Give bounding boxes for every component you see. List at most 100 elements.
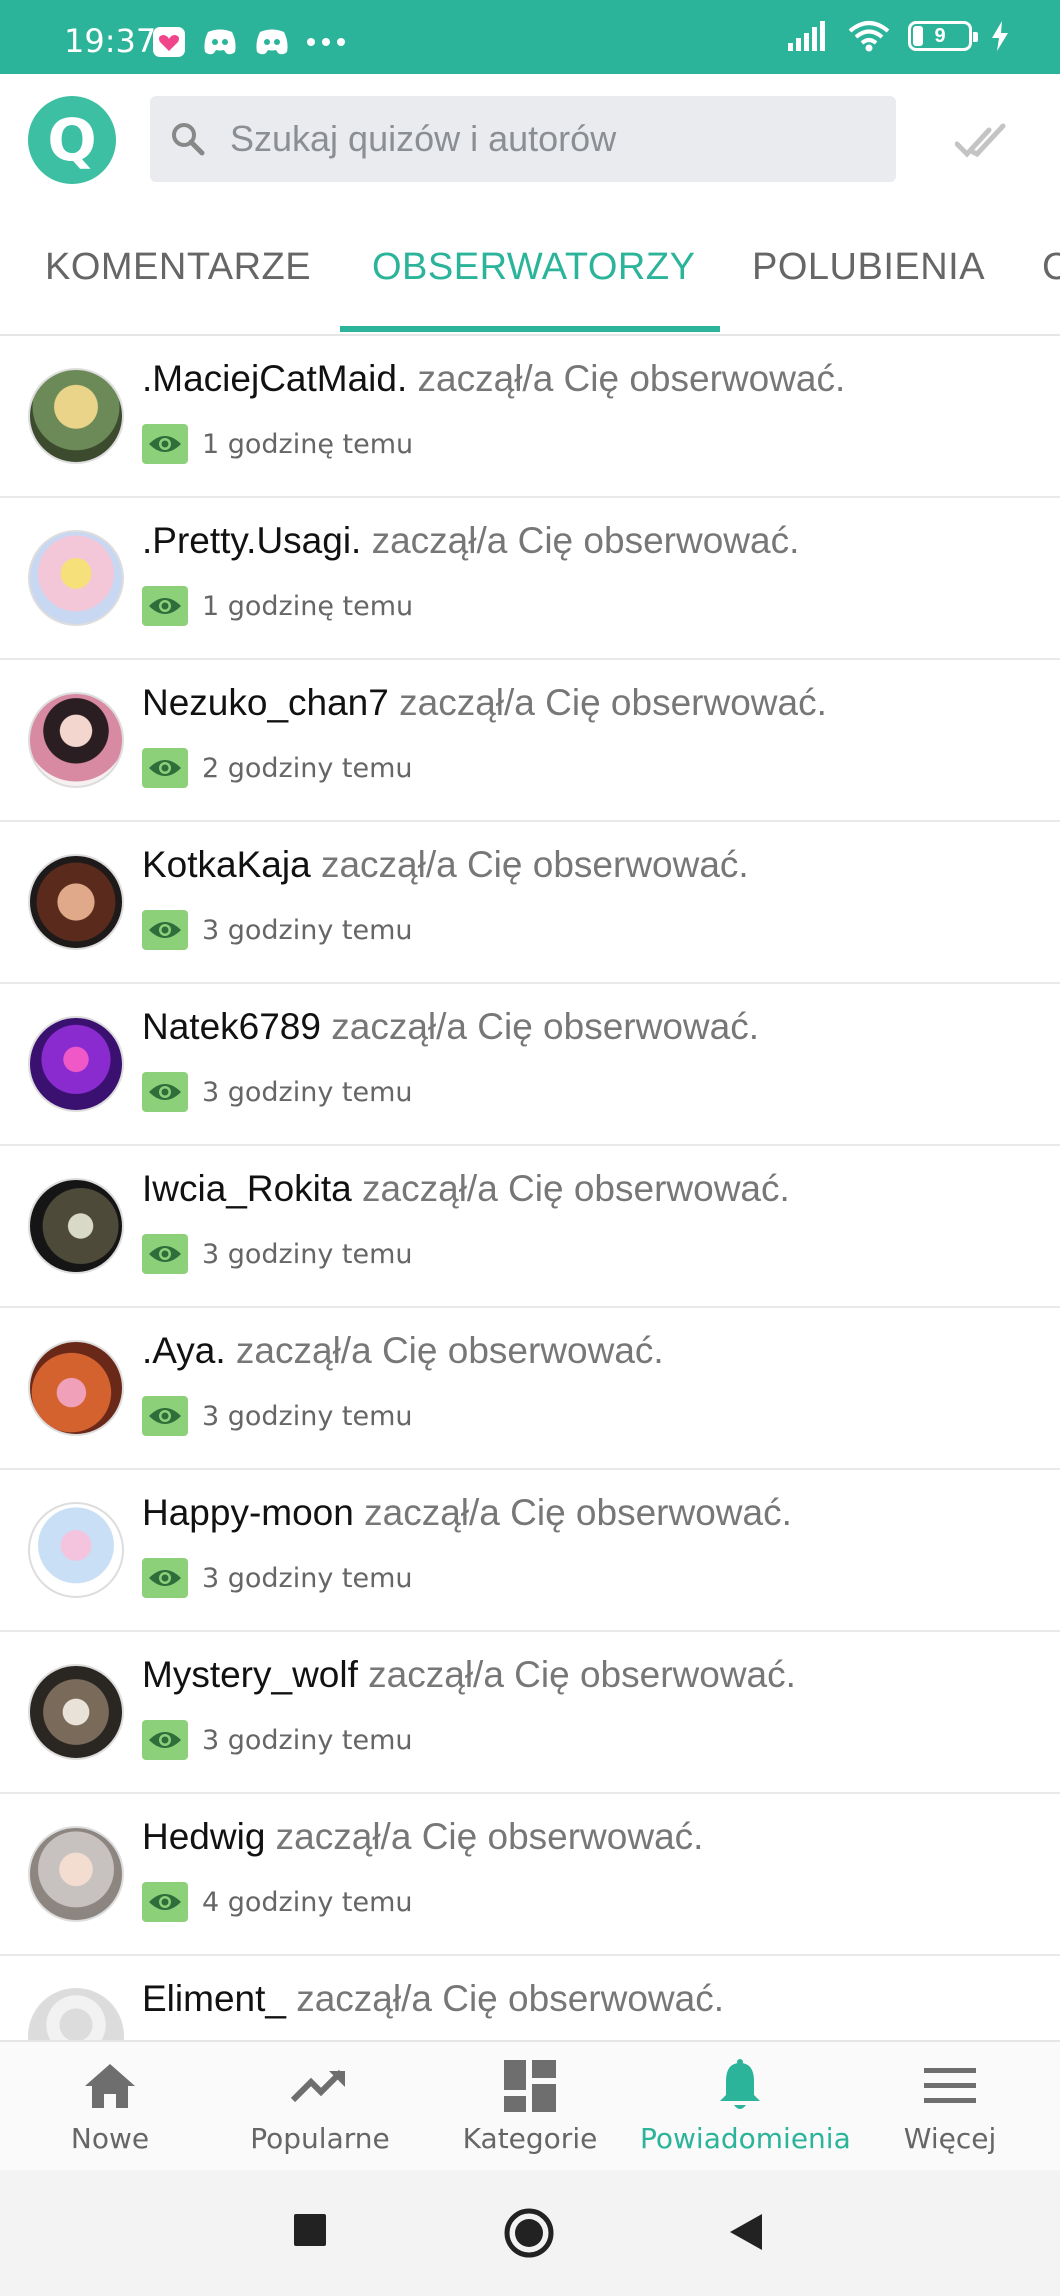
username[interactable]: Eliment_: [142, 1978, 286, 2019]
wifi-icon: [848, 21, 890, 52]
nav-wiecej[interactable]: Więcej: [850, 2056, 1050, 2155]
notification-text: Natek6789 zaczął/a Cię obserwować.: [142, 1006, 759, 1048]
username[interactable]: Natek6789: [142, 1006, 321, 1047]
notification-text: .MaciejCatMaid. zaczął/a Cię obserwować.: [142, 358, 845, 400]
notification-meta: 3 godziny temu: [142, 1072, 413, 1112]
avatar[interactable]: [28, 530, 124, 626]
action-text: zaczął/a Cię obserwować.: [285, 1978, 724, 2019]
username[interactable]: Iwcia_Rokita: [142, 1168, 352, 1209]
notification-text: Mystery_wolf zaczął/a Cię obserwować.: [142, 1654, 796, 1696]
nav-kategorie[interactable]: Kategorie: [430, 2056, 630, 2155]
notification-meta: 4 godziny temu: [142, 1882, 413, 1922]
menu-icon: [924, 2068, 976, 2103]
list-item[interactable]: Mystery_wolf zaczął/a Cię obserwować. 3 …: [0, 1632, 1060, 1794]
nav-label: Powiadomienia: [640, 2122, 851, 2155]
action-text: zaczął/a Cię obserwować.: [353, 1492, 792, 1533]
timestamp: 3 godziny temu: [202, 1238, 413, 1270]
action-text: zaczął/a Cię obserwować.: [388, 682, 827, 723]
notification-text: Hedwig zaczął/a Cię obserwować.: [142, 1816, 703, 1858]
action-text: zaczął/a Cię obserwować.: [351, 1168, 790, 1209]
username[interactable]: KotkaKaja: [142, 844, 311, 885]
list-item[interactable]: Happy-moon zaczął/a Cię obserwować. 3 go…: [0, 1470, 1060, 1632]
timestamp: 3 godziny temu: [202, 1400, 413, 1432]
system-navigation: [0, 2170, 1060, 2296]
system-status: 9: [788, 20, 1010, 52]
list-item[interactable]: Hedwig zaczął/a Cię obserwować. 4 godzin…: [0, 1794, 1060, 1956]
avatar[interactable]: [28, 1988, 124, 2040]
avatar[interactable]: [28, 1016, 124, 1112]
tab-polubienia[interactable]: POLUBIENIA: [752, 246, 985, 289]
notification-meta: 1 godzinę temu: [142, 424, 413, 464]
action-text: zaczął/a Cię obserwować.: [265, 1816, 704, 1857]
username[interactable]: .Pretty.Usagi.: [142, 520, 361, 561]
username[interactable]: .MaciejCatMaid.: [142, 358, 407, 399]
recents-button[interactable]: [294, 2214, 326, 2246]
list-item[interactable]: Eliment_ zaczął/a Cię obserwować.: [0, 1956, 1060, 2040]
search-icon: [172, 123, 205, 156]
search-input[interactable]: [230, 96, 870, 182]
app-logo[interactable]: Q: [28, 96, 116, 184]
dashboard-icon: [504, 2060, 556, 2112]
eye-icon: [142, 1234, 188, 1274]
username[interactable]: Hedwig: [142, 1816, 265, 1857]
home-button[interactable]: [504, 2208, 554, 2258]
timestamp: 3 godziny temu: [202, 914, 413, 946]
notification-meta: 3 godziny temu: [142, 1396, 413, 1436]
battery-icon: 9: [908, 21, 978, 51]
bottom-navigation: Nowe Popularne Kategorie Powiadomienia W…: [0, 2040, 1060, 2170]
list-item[interactable]: Nezuko_chan7 zaczął/a Cię obserwować. 2 …: [0, 660, 1060, 822]
avatar[interactable]: [28, 854, 124, 950]
action-text: zaczął/a Cię obserwować.: [310, 844, 749, 885]
list-item[interactable]: Iwcia_Rokita zaczął/a Cię obserwować. 3 …: [0, 1146, 1060, 1308]
nav-powiadomienia[interactable]: Powiadomienia: [640, 2056, 851, 2155]
notification-text: .Aya. zaczął/a Cię obserwować.: [142, 1330, 664, 1372]
avatar[interactable]: [28, 1826, 124, 1922]
list-item[interactable]: Natek6789 zaczął/a Cię obserwować. 3 god…: [0, 984, 1060, 1146]
app-bar: Q: [0, 74, 1060, 206]
tab-komentarze[interactable]: KOMENTARZE: [45, 246, 311, 289]
avatar[interactable]: [28, 1178, 124, 1274]
timestamp: 1 godzinę temu: [202, 590, 414, 622]
timestamp: 4 godziny temu: [202, 1886, 413, 1918]
notification-meta: 2 godziny temu: [142, 748, 413, 788]
nav-popularne[interactable]: Popularne: [220, 2056, 420, 2155]
notification-text: Iwcia_Rokita zaczął/a Cię obserwować.: [142, 1168, 790, 1210]
timestamp: 2 godziny temu: [202, 752, 413, 784]
notification-text: .Pretty.Usagi. zaczął/a Cię obserwować.: [142, 520, 799, 562]
username[interactable]: Mystery_wolf: [142, 1654, 358, 1695]
avatar[interactable]: [28, 1664, 124, 1760]
app-notification-icon: [153, 27, 185, 57]
list-item[interactable]: .Pretty.Usagi. zaczął/a Cię obserwować. …: [0, 498, 1060, 660]
action-text: zaczął/a Cię obserwować.: [407, 358, 846, 399]
list-item[interactable]: .Aya. zaczął/a Cię obserwować. 3 godziny…: [0, 1308, 1060, 1470]
eye-icon: [142, 1558, 188, 1598]
eye-icon: [142, 1072, 188, 1112]
eye-icon: [142, 1882, 188, 1922]
mark-all-read-icon[interactable]: [955, 122, 1007, 162]
tab-obserwatorzy[interactable]: OBSERWATORZY: [372, 246, 695, 289]
eye-icon: [142, 748, 188, 788]
username[interactable]: .Aya.: [142, 1330, 226, 1371]
nav-label: Nowe: [70, 2122, 150, 2155]
username[interactable]: Happy-moon: [142, 1492, 354, 1533]
list-item[interactable]: .MaciejCatMaid. zaczął/a Cię obserwować.…: [0, 336, 1060, 498]
eye-icon: [142, 586, 188, 626]
avatar[interactable]: [28, 692, 124, 788]
nav-label: Popularne: [250, 2122, 390, 2155]
username[interactable]: Nezuko_chan7: [142, 682, 389, 723]
logo-letter: Q: [47, 106, 97, 174]
avatar[interactable]: [28, 1502, 124, 1598]
nav-nowe[interactable]: Nowe: [10, 2056, 210, 2155]
back-button[interactable]: [728, 2212, 764, 2252]
avatar[interactable]: [28, 368, 124, 464]
discord-icon: [204, 29, 236, 55]
timestamp: 3 godziny temu: [202, 1076, 413, 1108]
tab-more[interactable]: C: [1042, 246, 1060, 289]
avatar[interactable]: [28, 1340, 124, 1436]
search-bar[interactable]: [150, 96, 896, 182]
list-item[interactable]: KotkaKaja zaczął/a Cię obserwować. 3 god…: [0, 822, 1060, 984]
notification-text: KotkaKaja zaczął/a Cię obserwować.: [142, 844, 749, 886]
action-text: zaczął/a Cię obserwować.: [357, 1654, 796, 1695]
notification-meta: 3 godziny temu: [142, 910, 413, 950]
more-dots-icon: [307, 38, 345, 46]
